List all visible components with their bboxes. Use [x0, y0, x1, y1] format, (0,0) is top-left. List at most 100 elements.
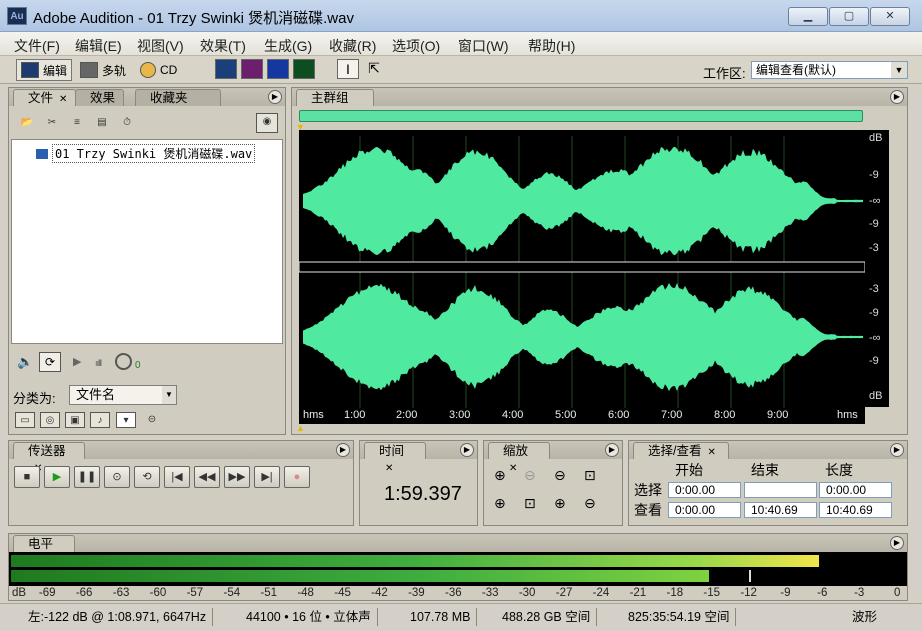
meter-scale-label: 0	[894, 587, 901, 599]
spectral-pan-icon[interactable]	[267, 59, 289, 79]
waveform-display-icon[interactable]	[215, 59, 237, 79]
tab-favorites[interactable]: 收藏夹	[135, 89, 221, 106]
sort-select[interactable]: 文件名 ▼	[69, 385, 177, 405]
phase-display-icon[interactable]	[293, 59, 315, 79]
maximize-button[interactable]: ▢	[829, 7, 869, 26]
play-button[interactable]: ▶	[44, 466, 70, 488]
volume-knob[interactable]	[115, 353, 132, 370]
time-tick-label: 6:00	[608, 409, 630, 421]
filter-audio-icon[interactable]: ▭	[15, 412, 35, 428]
tab-level[interactable]: 电平✕	[13, 535, 75, 567]
time-selection-tool-icon[interactable]: I	[337, 59, 359, 79]
view-end-field[interactable]: 10:40.69	[744, 502, 817, 518]
meter-scale-label: -6	[817, 587, 828, 599]
tab-effects[interactable]: 效果	[75, 89, 125, 106]
tab-main-group[interactable]: 主群组	[296, 89, 374, 106]
selection-start-field[interactable]: 0:00.00	[668, 482, 741, 498]
tab-selection-view[interactable]: 选择/查看 ✕	[633, 442, 729, 459]
panel-menu-icon[interactable]: ▶	[268, 90, 282, 104]
db-tick: dB	[869, 390, 883, 402]
rewind-button[interactable]: ◀◀	[194, 466, 220, 488]
show-options-icon[interactable]: ◉	[256, 113, 278, 133]
status-view-mode: 波形	[852, 610, 878, 624]
close-icon[interactable]: ✕	[509, 463, 517, 474]
zoom-in-vertical-icon[interactable]: ⊕	[554, 495, 566, 512]
play-preview-icon[interactable]: ▶	[73, 355, 81, 368]
zoom-in-horizontal-icon[interactable]: ⊕	[494, 467, 506, 484]
play-from-cursor-button[interactable]: ⊙	[104, 466, 130, 488]
minimize-button[interactable]: ▁	[788, 7, 828, 26]
meter-scale-label: -45	[334, 587, 351, 599]
overview-scrollbar[interactable]	[299, 110, 863, 122]
record-button[interactable]: ●	[284, 466, 310, 488]
spectral-display-icon[interactable]	[241, 59, 263, 79]
tab-transport-label: 传送器	[28, 444, 66, 458]
multitrack-view-button[interactable]: 多轨	[76, 59, 130, 81]
filter-midi-icon[interactable]: ♪	[90, 412, 110, 428]
zoom-out-full-icon[interactable]: ⊖	[554, 467, 566, 484]
menu-view[interactable]: 视图(V)	[137, 36, 184, 56]
zoom-right-edge-icon[interactable]: ⊡	[524, 495, 536, 512]
menu-file[interactable]: 文件(F)	[14, 36, 60, 56]
link-icon[interactable]: ⊝	[143, 412, 161, 428]
insert-multitrack-icon[interactable]: ≡	[68, 115, 86, 133]
panel-menu-icon[interactable]: ▶	[890, 443, 904, 457]
tab-time[interactable]: 时间 ✕	[364, 442, 426, 474]
panel-menu-icon[interactable]: ▶	[890, 536, 904, 550]
view-length-field[interactable]: 10:40.69	[819, 502, 892, 518]
zoom-left-edge-icon[interactable]: ⊕	[494, 495, 506, 512]
selection-end-field[interactable]	[744, 482, 817, 498]
menu-help[interactable]: 帮助(H)	[528, 36, 575, 56]
selection-length-field[interactable]: 0:00.00	[819, 482, 892, 498]
marquee-tool-icon[interactable]: ⇱	[363, 59, 385, 79]
insert-cd-icon[interactable]: ▤	[93, 115, 111, 133]
stop-button[interactable]: ■	[14, 466, 40, 488]
speaker-icon[interactable]: 🔈	[17, 354, 33, 370]
cd-view-button[interactable]: CD	[136, 59, 181, 81]
workspace-select[interactable]: 编辑查看(默认) ▼	[751, 61, 908, 79]
meter-scale-label: -69	[38, 587, 56, 599]
tab-files[interactable]: 文件 ✕	[13, 89, 77, 106]
time-ruler[interactable]: hms 1:00 2:00 3:00 4:00 5:00 6:00 7:00 8:00 9:00 h…	[299, 408, 865, 424]
menu-effects[interactable]: 效果(T)	[200, 36, 246, 56]
tab-transport[interactable]: 传送器✕	[13, 442, 85, 474]
menu-generate[interactable]: 生成(G)	[264, 36, 312, 56]
zoom-out-vertical-icon[interactable]: ⊖	[584, 495, 596, 512]
menu-favorites[interactable]: 收藏(R)	[329, 36, 376, 56]
filter-options-icon[interactable]: ▾	[116, 412, 136, 428]
close-icon[interactable]: ✕	[385, 463, 393, 474]
close-icon[interactable]: ✕	[59, 94, 67, 105]
open-file-icon[interactable]: 📂	[18, 115, 36, 133]
filter-video-icon[interactable]: ▣	[65, 412, 85, 428]
time-tick-label: 4:00	[502, 409, 524, 421]
loop-icon[interactable]: ⟳	[39, 352, 61, 372]
fast-forward-button[interactable]: ▶▶	[224, 466, 250, 488]
close-button[interactable]: ✕	[870, 7, 910, 26]
close-icon[interactable]: ✕	[707, 447, 715, 458]
panel-menu-icon[interactable]: ▶	[460, 443, 474, 457]
panel-menu-icon[interactable]: ▶	[605, 443, 619, 457]
menu-edit[interactable]: 编辑(E)	[75, 36, 122, 56]
stopwatch-icon[interactable]: ⏱	[118, 115, 136, 133]
meter-scale-label: -54	[223, 587, 241, 599]
zoom-to-selection-icon[interactable]: ⊡	[584, 467, 596, 484]
loop-play-button[interactable]: ⟲	[134, 466, 160, 488]
waveform-display[interactable]	[299, 136, 865, 408]
view-start-field[interactable]: 0:00.00	[668, 502, 741, 518]
edit-view-button[interactable]: 编辑	[16, 59, 73, 81]
pause-button[interactable]: ❚❚	[74, 466, 100, 488]
menu-window[interactable]: 窗口(W)	[458, 36, 509, 56]
meter-scale-label: dB	[12, 587, 27, 599]
list-item[interactable]: 01 Trzy Swinki 煲机消磁碟.wav	[36, 144, 256, 163]
go-to-start-button[interactable]: |◀	[164, 466, 190, 488]
status-file-size: 107.78 MB	[404, 608, 478, 626]
menu-options[interactable]: 选项(O)	[392, 36, 440, 56]
zoom-out-horizontal-icon[interactable]: ⊖	[524, 467, 536, 484]
close-file-icon[interactable]: ✂	[43, 115, 61, 133]
tab-zoom[interactable]: 缩放 ✕	[488, 442, 550, 474]
panel-menu-icon[interactable]: ▶	[890, 90, 904, 104]
panel-menu-icon[interactable]: ▶	[336, 443, 350, 457]
files-tabbar: 文件 ✕ 效果 收藏夹 ▶	[9, 88, 285, 106]
go-to-end-button[interactable]: ▶|	[254, 466, 280, 488]
filter-loop-icon[interactable]: ◎	[40, 412, 60, 428]
